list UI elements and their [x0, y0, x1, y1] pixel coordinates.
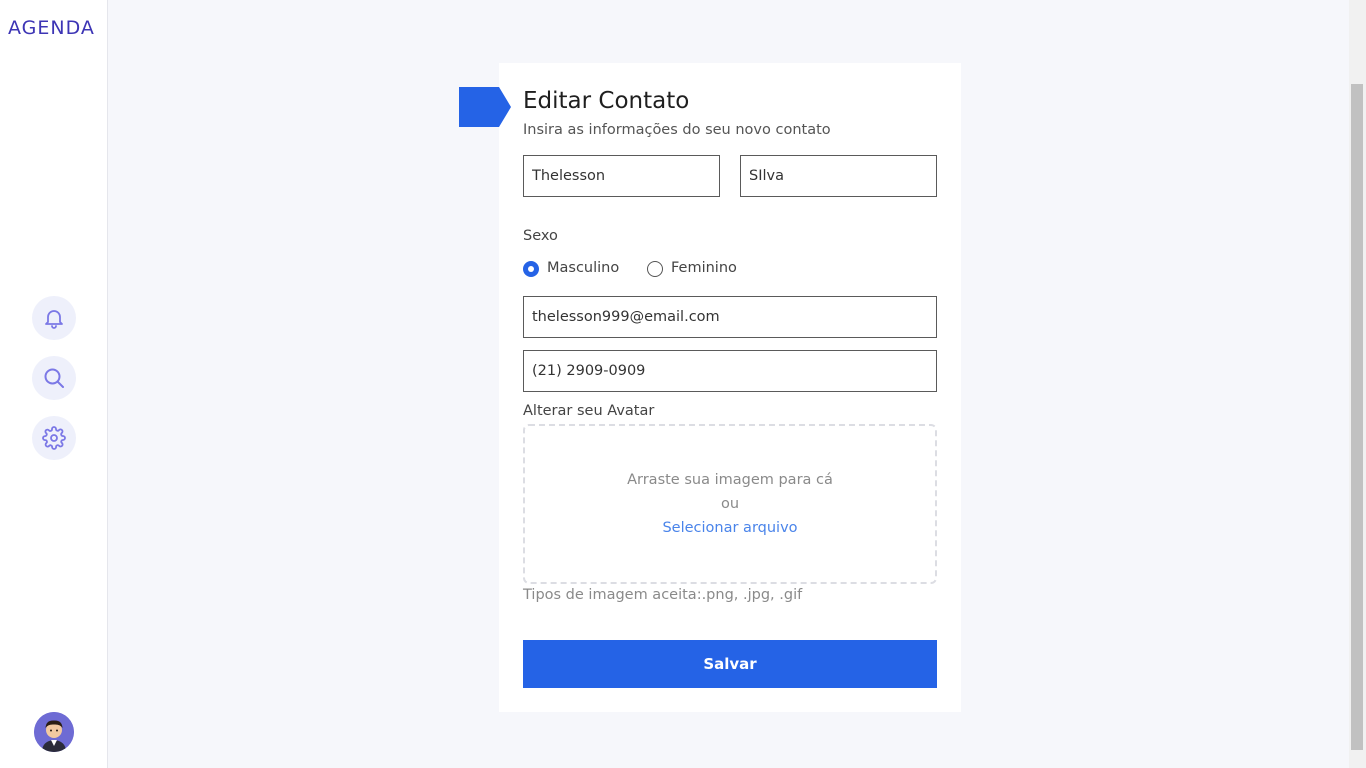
radio-masculino-label[interactable]: Masculino [547, 260, 619, 276]
phone-input[interactable] [523, 350, 937, 392]
select-file-link[interactable]: Selecionar arquivo [662, 520, 797, 536]
radio-masculino[interactable] [523, 261, 539, 277]
bell-icon [45, 310, 63, 329]
email-input[interactable] [523, 296, 937, 338]
sex-label: Sexo [523, 228, 558, 244]
last-name-input[interactable] [740, 155, 937, 197]
notifications-button[interactable] [32, 296, 76, 340]
page-subtitle: Insira as informações do seu novo contat… [523, 122, 831, 138]
sidebar: AGENDA [0, 0, 108, 768]
dropzone-instruction: Arraste sua imagem para cá [627, 472, 833, 488]
section-flag [459, 87, 499, 127]
section-flag-tip [499, 87, 511, 127]
dropzone-or: ou [720, 496, 740, 512]
gear-icon [42, 426, 66, 450]
page-title: Editar Contato [523, 88, 690, 114]
radio-feminino[interactable] [647, 261, 663, 277]
avatar-person-icon [34, 712, 74, 752]
settings-button[interactable] [32, 416, 76, 460]
accepted-types-hint: Tipos de imagem aceita:.png, .jpg, .gif [523, 587, 803, 603]
user-avatar[interactable] [34, 712, 74, 752]
scrollbar-thumb[interactable] [1351, 84, 1363, 750]
search-button[interactable] [32, 356, 76, 400]
search-icon [44, 368, 64, 388]
avatar-label: Alterar seu Avatar [523, 403, 655, 419]
avatar-dropzone[interactable]: Arraste sua imagem para cá ou Selecionar… [523, 424, 937, 584]
first-name-input[interactable] [523, 155, 720, 197]
radio-feminino-label[interactable]: Feminino [671, 260, 737, 276]
save-button[interactable]: Salvar [523, 640, 937, 688]
app-brand: AGENDA [8, 17, 95, 39]
page-scrollbar[interactable] [1349, 0, 1366, 768]
